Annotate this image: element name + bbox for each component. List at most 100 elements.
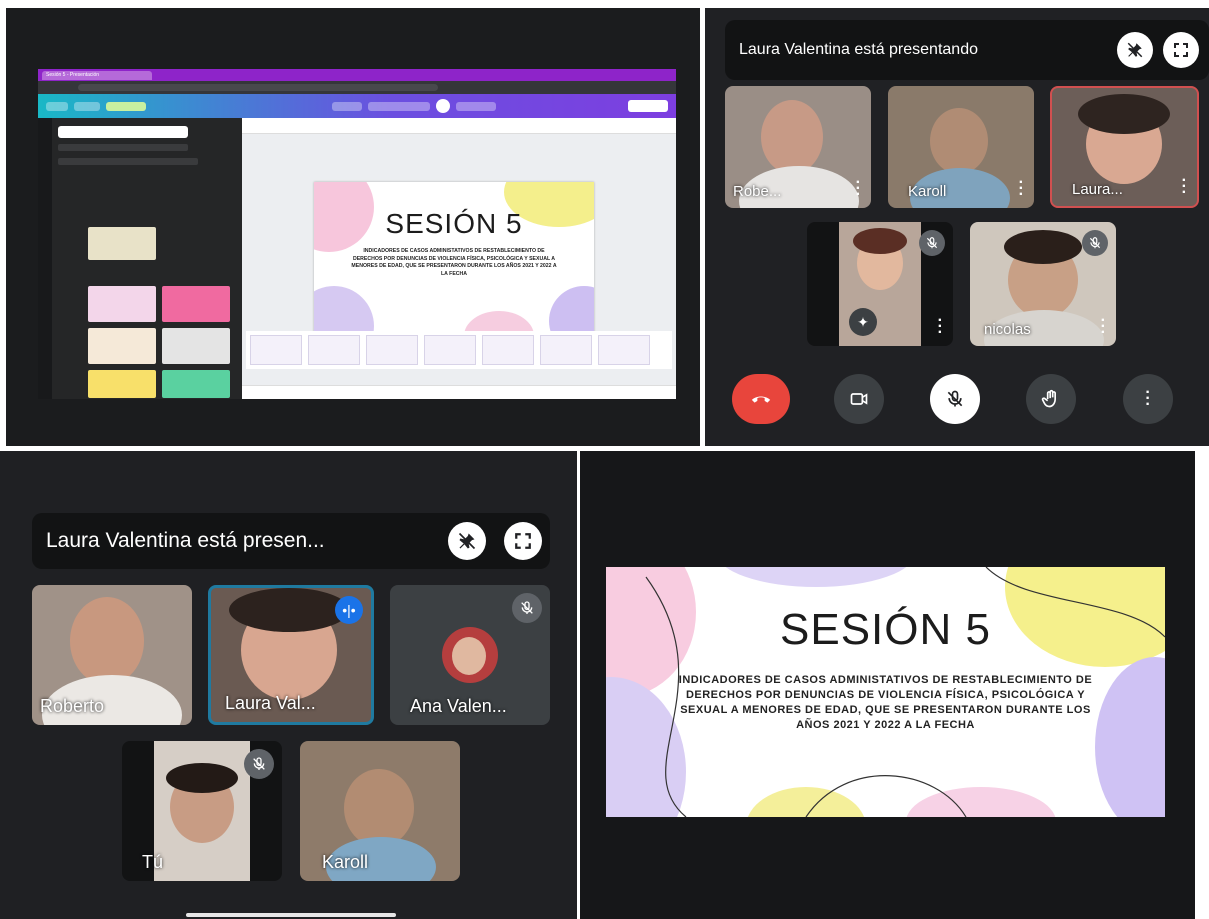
mic-off-icon bbox=[1089, 237, 1101, 249]
effects-icon[interactable]: ✦ bbox=[849, 308, 877, 336]
presenting-banner: Laura Valentina está presentando bbox=[725, 20, 1209, 80]
slide-title: SESIÓN 5 bbox=[385, 208, 523, 239]
editing-slide[interactable]: SESIÓN 5 INDICADORES DE CASOS ADMINISTAT… bbox=[314, 182, 594, 336]
mic-off-badge bbox=[919, 230, 945, 256]
more-options-icon[interactable]: · · · bbox=[938, 313, 943, 341]
filter-chips[interactable] bbox=[58, 158, 198, 165]
mic-off-badge bbox=[1082, 230, 1108, 256]
pin-off-icon bbox=[458, 532, 476, 550]
participant-tile[interactable]: · · · ✦ bbox=[807, 222, 953, 346]
template-thumb[interactable] bbox=[88, 286, 156, 322]
templates-panel bbox=[52, 118, 242, 399]
home-button[interactable] bbox=[46, 101, 68, 111]
participant-tile-self[interactable]: Tú bbox=[122, 741, 282, 881]
canva-left-rail bbox=[38, 118, 52, 399]
more-vert-icon: · · · bbox=[1145, 384, 1151, 413]
participant-tile[interactable]: Roberto bbox=[32, 585, 192, 725]
browser-tab[interactable]: Sesión 5 - Presentación bbox=[42, 70, 152, 80]
more-options-button[interactable]: · · · bbox=[1123, 374, 1173, 424]
toolbar-item[interactable] bbox=[332, 101, 362, 111]
mic-off-icon bbox=[253, 757, 265, 770]
participant-tile[interactable]: Karoll bbox=[300, 741, 460, 881]
page-thumb[interactable] bbox=[540, 335, 592, 365]
participant-name: Tú bbox=[142, 852, 164, 872]
element-toolstrip bbox=[242, 118, 676, 134]
participant-name: Laura Val... bbox=[225, 693, 316, 713]
browser-window: Sesión 5 - Presentación SESIÓN 5 INDICAD… bbox=[38, 69, 676, 399]
canva-toolbar bbox=[38, 94, 676, 118]
file-menu[interactable] bbox=[74, 101, 100, 111]
page-thumb[interactable] bbox=[482, 335, 534, 365]
participant-name: Roberto bbox=[40, 696, 105, 716]
template-thumb[interactable] bbox=[162, 286, 230, 322]
mic-off-badge bbox=[244, 749, 274, 779]
presenting-text: Laura Valentina está presen... bbox=[46, 529, 325, 552]
pin-off-icon bbox=[1127, 42, 1143, 58]
camera-button[interactable] bbox=[834, 374, 884, 424]
resize-button[interactable] bbox=[106, 101, 146, 111]
mic-off-icon bbox=[947, 390, 963, 407]
template-thumb[interactable] bbox=[162, 328, 230, 364]
page-thumb[interactable] bbox=[250, 335, 302, 365]
participant-tile-active[interactable]: •|• Laura Val... bbox=[208, 585, 374, 725]
template-thumb[interactable] bbox=[162, 370, 230, 398]
presenting-banner: Laura Valentina está presen... bbox=[32, 513, 550, 569]
mic-off-icon bbox=[926, 237, 938, 249]
more-options-icon[interactable]: · · · bbox=[1101, 313, 1106, 341]
panel-tabs[interactable] bbox=[58, 144, 188, 151]
end-call-button[interactable] bbox=[732, 374, 790, 424]
share-button[interactable] bbox=[628, 100, 668, 112]
page-thumb[interactable] bbox=[598, 335, 650, 365]
fullscreen-button[interactable] bbox=[504, 522, 542, 560]
home-indicator[interactable] bbox=[186, 913, 396, 917]
page-thumb[interactable] bbox=[424, 335, 476, 365]
more-options-icon[interactable]: · · · bbox=[1182, 173, 1187, 201]
present-button[interactable] bbox=[456, 101, 496, 111]
editor-statusbar bbox=[242, 385, 676, 399]
address-bar[interactable] bbox=[38, 81, 676, 94]
meet-tablet-view: Laura Valentina está presentando Robe...… bbox=[705, 8, 1209, 446]
page-thumb[interactable] bbox=[366, 335, 418, 365]
more-options-icon[interactable]: · · · bbox=[1019, 175, 1024, 203]
presented-slide-view: SESIÓN 5 INDICADORES DE CASOS ADMINISTAT… bbox=[580, 451, 1195, 919]
canvas-workspace: SESIÓN 5 INDICADORES DE CASOS ADMINISTAT… bbox=[242, 118, 676, 399]
fullscreen-button[interactable] bbox=[1163, 32, 1199, 68]
participant-name: Karoll bbox=[322, 852, 369, 872]
presenting-text: Laura Valentina está presentando bbox=[739, 41, 978, 58]
participant-tile[interactable]: nicolas · · · bbox=[970, 222, 1116, 346]
template-search-input[interactable] bbox=[58, 126, 188, 138]
canva-editor-screenshot: Sesión 5 - Presentación SESIÓN 5 INDICAD… bbox=[6, 8, 700, 446]
unpin-button[interactable] bbox=[448, 522, 486, 560]
participant-name: nicolas bbox=[984, 321, 1031, 338]
mic-off-badge bbox=[512, 593, 542, 623]
participant-tile[interactable]: Robe... · · · bbox=[725, 86, 871, 208]
participant-name: Laura... bbox=[1072, 181, 1123, 198]
more-options-icon[interactable]: · · · bbox=[856, 175, 861, 203]
page-filmstrip bbox=[246, 331, 672, 369]
hang-up-icon bbox=[751, 396, 771, 403]
presented-slide: SESIÓN 5 INDICADORES DE CASOS ADMINISTAT… bbox=[606, 567, 1165, 817]
participant-tile[interactable]: Karoll · · · bbox=[888, 86, 1034, 208]
slide-title: SESIÓN 5 bbox=[780, 605, 991, 654]
fullscreen-icon bbox=[1174, 43, 1188, 57]
toolbar-item[interactable] bbox=[368, 101, 430, 111]
template-thumb[interactable] bbox=[88, 370, 156, 398]
participant-name: Karoll bbox=[908, 183, 947, 200]
hand-icon bbox=[1041, 389, 1056, 408]
page-thumb[interactable] bbox=[308, 335, 360, 365]
recent-template[interactable] bbox=[88, 227, 156, 260]
template-thumb[interactable] bbox=[88, 328, 156, 364]
raise-hand-button[interactable] bbox=[1026, 374, 1076, 424]
camera-icon bbox=[850, 393, 868, 405]
participant-tile[interactable]: Ana Valen... bbox=[390, 585, 550, 725]
mic-off-icon bbox=[521, 601, 533, 614]
participant-tile-active[interactable]: Laura... · · · bbox=[1050, 86, 1199, 208]
unpin-button[interactable] bbox=[1117, 32, 1153, 68]
fullscreen-icon bbox=[515, 533, 531, 549]
avatar[interactable] bbox=[436, 99, 450, 113]
speaking-indicator-icon: •|• bbox=[335, 596, 363, 624]
slide-body: INDICADORES DE CASOS ADMINISTATIVOS DE R… bbox=[678, 674, 1093, 731]
meet-phone-view: Laura Valentina está presen... Roberto •… bbox=[0, 451, 577, 919]
slide-body: INDICADORES DE CASOS ADMINISTATIVOS DE R… bbox=[351, 248, 557, 277]
mic-toggle-button[interactable] bbox=[930, 374, 980, 424]
